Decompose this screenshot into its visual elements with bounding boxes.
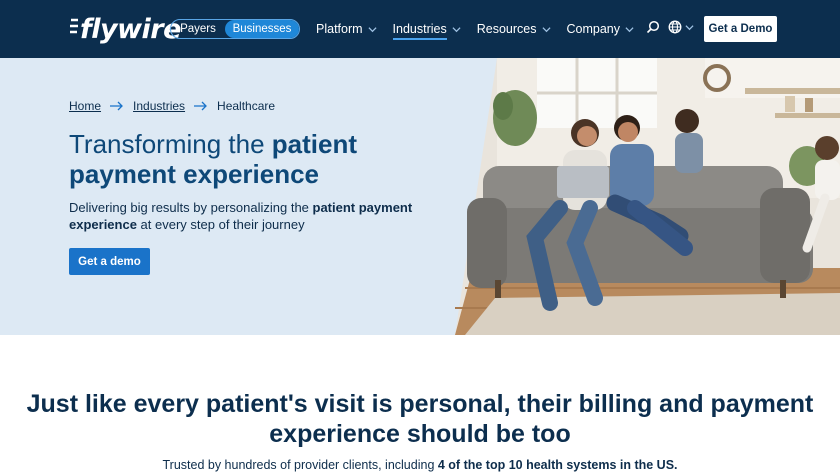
chevron-down-icon	[625, 26, 634, 32]
breadcrumb-home[interactable]: Home	[69, 99, 101, 113]
breadcrumb-industries[interactable]: Industries	[133, 99, 185, 113]
hero-get-a-demo-button[interactable]: Get a demo	[69, 248, 150, 275]
hero-subtitle: Delivering big results by personalizing …	[69, 199, 439, 233]
breadcrumb: Home Industries Healthcare	[69, 99, 275, 113]
audience-toggle[interactable]: Payers Businesses	[170, 19, 300, 39]
page-title: Transforming the patient payment experie…	[69, 129, 429, 189]
hero-section: Home Industries Healthcare Transforming …	[0, 58, 840, 335]
menu-resources[interactable]: Resources	[477, 19, 551, 39]
menu-resources-label: Resources	[476, 22, 537, 36]
businesses-tab[interactable]: Businesses	[225, 20, 299, 38]
title-normal: Transforming the	[69, 129, 272, 159]
family-on-sofa-photo	[455, 58, 840, 335]
menu-industries-label: Industries	[392, 22, 447, 40]
arrow-right-icon	[194, 101, 207, 111]
flywire-logo-mark	[70, 18, 78, 34]
get-a-demo-button[interactable]: Get a Demo	[704, 16, 777, 42]
main-menu: Platform Industries Resources Company	[316, 19, 650, 40]
menu-company[interactable]: Company	[567, 19, 635, 39]
breadcrumb-current: Healthcare	[217, 99, 276, 113]
chevron-down-icon[interactable]	[685, 23, 694, 32]
menu-platform-label: Platform	[316, 22, 363, 36]
globe-icon[interactable]	[668, 20, 682, 34]
menu-company-label: Company	[566, 22, 621, 36]
flywire-logo[interactable]: flywire	[69, 13, 181, 45]
subtitle-part-1: Delivering big results by personalizing …	[69, 200, 313, 215]
menu-industries[interactable]: Industries	[392, 19, 461, 40]
section-sub-bold: 4 of the top 10 health systems in the US…	[437, 458, 678, 472]
section-sub-part-1: Trusted by hundreds of provider clients,…	[162, 458, 438, 472]
chevron-down-icon	[368, 26, 377, 32]
logo-text: flywire	[80, 13, 181, 45]
menu-platform[interactable]: Platform	[316, 19, 377, 39]
payers-tab[interactable]: Payers	[171, 20, 225, 38]
top-nav: flywire Payers Businesses Platform Indus…	[0, 0, 840, 58]
search-icon[interactable]	[646, 20, 660, 34]
subtitle-part-2: at every step of their journey	[136, 217, 305, 232]
arrow-right-icon	[110, 101, 123, 111]
section-heading: Just like every patient's visit is perso…	[26, 390, 814, 448]
chevron-down-icon	[452, 26, 461, 32]
chevron-down-icon	[541, 26, 551, 32]
section-subheading: Trusted by hundreds of provider clients,…	[0, 458, 840, 472]
